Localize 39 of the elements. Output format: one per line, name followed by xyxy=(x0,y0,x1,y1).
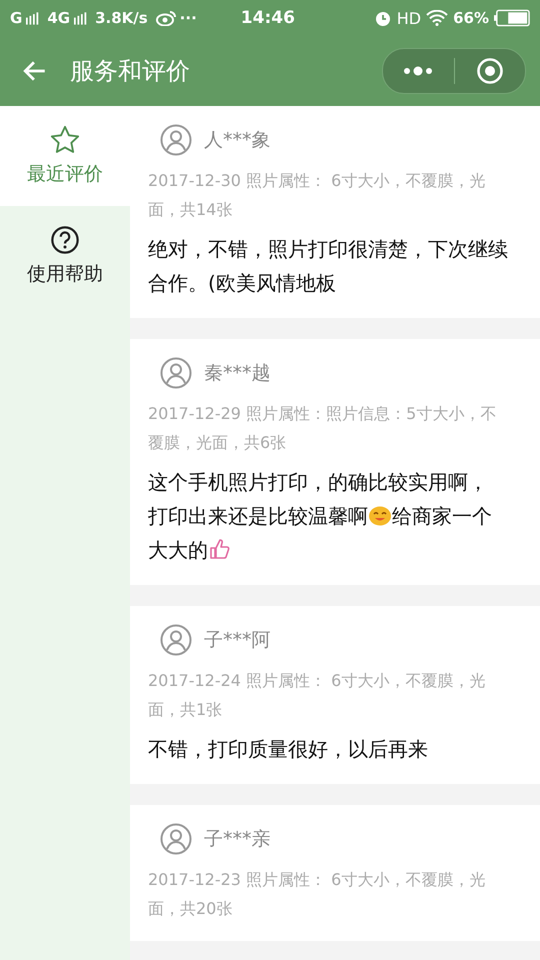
thumbs-up-icon xyxy=(208,537,232,561)
review-text: 不错，打印质量很好，以后再来 xyxy=(148,737,428,761)
more-icon xyxy=(403,66,434,76)
more-notifications: ··· xyxy=(180,9,197,27)
battery-icon xyxy=(494,9,530,27)
review-text: 给商家一个 xyxy=(392,504,492,528)
sidebar-tab[interactable]: 最近评价 xyxy=(0,106,130,206)
eye-icon xyxy=(156,10,176,26)
review-meta: 2017-12-23 照片属性： 6寸大小，不覆膜，光面，共20张 xyxy=(148,869,486,920)
avatar-icon xyxy=(160,624,192,656)
user-name: 子***亲 xyxy=(204,827,270,852)
review-meta: 2017-12-24 照片属性： 6寸大小，不覆膜，光面，共1张 xyxy=(148,670,486,721)
signal-label: G xyxy=(10,9,22,27)
battery-percent: 66% xyxy=(453,9,489,27)
clock-time: 14:46 xyxy=(240,8,295,28)
wifi-icon xyxy=(426,10,448,26)
avatar-icon xyxy=(160,124,192,156)
network-speed: 3.8K/s xyxy=(95,9,148,27)
avatar-icon xyxy=(160,823,192,855)
star-icon xyxy=(50,125,80,155)
review-text: 绝对，不错，照片打印很清楚，下次继续合作。(欧美风情地板 xyxy=(148,237,508,295)
review-text: 打印出来还是比较温馨啊 xyxy=(148,504,368,528)
review-meta: 2017-12-30 照片属性： 6寸大小，不覆膜，光面，共14张 xyxy=(148,170,486,221)
review-text: 这个手机照片打印，的确比较实用啊， xyxy=(148,470,488,494)
signal-icon xyxy=(74,12,88,24)
page-title: 服务和评价 xyxy=(70,56,190,87)
sidebar-tab[interactable]: 使用帮助 xyxy=(0,206,130,306)
target-icon xyxy=(476,57,504,85)
user-name: 子***阿 xyxy=(204,628,270,653)
signal-label: 4G xyxy=(47,9,70,27)
review-meta: 2017-12-29 照片属性：照片信息：5寸大小，不覆膜，光面，共6张 xyxy=(148,403,498,454)
review-text: 大大的 xyxy=(148,538,208,562)
avatar-icon xyxy=(160,357,192,389)
alarm-icon xyxy=(374,9,392,27)
hd-label: HD xyxy=(396,8,422,28)
user-name: 秦***越 xyxy=(204,361,270,386)
user-name: 人***象 xyxy=(204,128,270,153)
help-icon xyxy=(50,225,80,255)
signal-icon xyxy=(26,12,40,24)
